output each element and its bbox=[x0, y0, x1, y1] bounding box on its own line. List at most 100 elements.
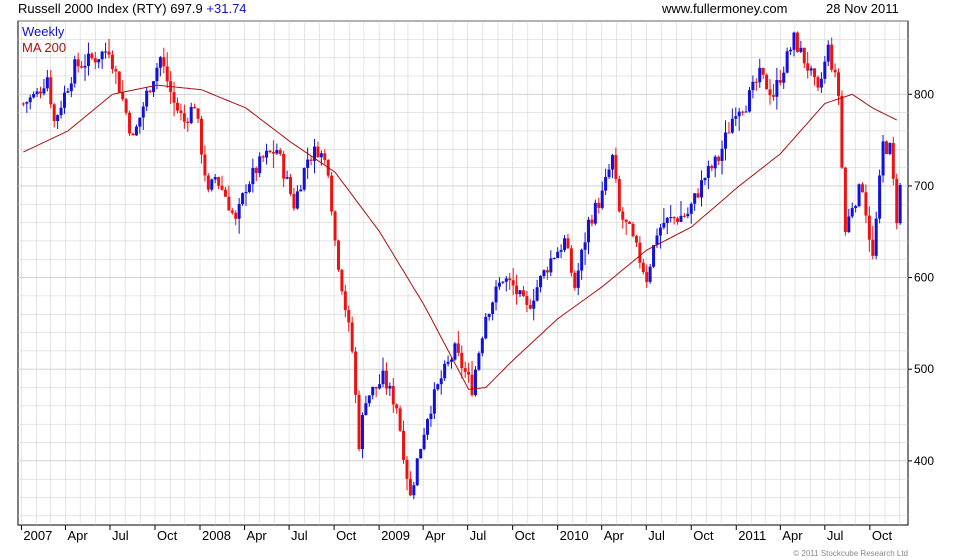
weekly-bar-body bbox=[220, 185, 224, 190]
weekly-bar-body bbox=[378, 384, 382, 389]
weekly-bar-body bbox=[193, 106, 197, 109]
weekly-bar-body bbox=[158, 57, 162, 68]
weekly-bar-body bbox=[49, 77, 53, 105]
weekly-bar-body bbox=[878, 175, 882, 219]
weekly-bar-body bbox=[638, 242, 642, 263]
weekly-bar-body bbox=[484, 316, 488, 339]
weekly-bar-body bbox=[830, 44, 834, 70]
weekly-bar-body bbox=[785, 51, 789, 73]
weekly-bar-body bbox=[542, 270, 546, 277]
weekly-bar-body bbox=[97, 59, 101, 63]
weekly-bar-body bbox=[28, 97, 32, 103]
weekly-bar-body bbox=[662, 222, 666, 228]
weekly-bar-body bbox=[473, 369, 477, 396]
y-tick-label: 500 bbox=[914, 362, 934, 376]
weekly-bar-body bbox=[182, 113, 186, 122]
weekly-bar-body bbox=[600, 190, 604, 208]
weekly-bar-body bbox=[59, 107, 63, 116]
weekly-bar-body bbox=[884, 141, 888, 154]
weekly-bar-body bbox=[645, 272, 649, 282]
weekly-bar-body bbox=[508, 278, 512, 281]
weekly-bar-body bbox=[162, 57, 166, 67]
weekly-bar-body bbox=[610, 155, 614, 170]
weekly-bar-body bbox=[857, 184, 861, 207]
weekly-bar-body bbox=[648, 266, 652, 282]
weekly-bar-body bbox=[525, 296, 529, 305]
weekly-bar-body bbox=[319, 153, 323, 158]
weekly-bar-body bbox=[285, 177, 289, 179]
weekly-bar-body bbox=[388, 386, 392, 389]
weekly-bar-body bbox=[689, 203, 693, 214]
weekly-bar-body bbox=[491, 302, 495, 314]
weekly-bar-body bbox=[203, 154, 207, 176]
weekly-bar-body bbox=[768, 89, 772, 96]
weekly-bar-body bbox=[871, 239, 875, 256]
weekly-bar-body bbox=[511, 280, 515, 286]
weekly-bar-body bbox=[771, 95, 775, 97]
weekly-bar-body bbox=[186, 121, 190, 124]
weekly-bar-body bbox=[251, 168, 255, 185]
weekly-bar-body bbox=[347, 309, 351, 323]
weekly-bar-body bbox=[460, 352, 464, 369]
weekly-bar-body bbox=[405, 459, 409, 479]
weekly-bar-body bbox=[419, 448, 423, 459]
weekly-bar-body bbox=[138, 117, 142, 127]
weekly-bar-body bbox=[624, 219, 628, 222]
x-tick-label: 2010 bbox=[560, 528, 589, 543]
weekly-bar-body bbox=[559, 250, 563, 252]
weekly-bar-body bbox=[432, 389, 436, 414]
weekly-bar-body bbox=[165, 66, 169, 82]
weekly-bar-body bbox=[686, 213, 690, 217]
weekly-bar-body bbox=[720, 148, 724, 161]
weekly-bar-body bbox=[56, 115, 60, 122]
weekly-bar-body bbox=[429, 413, 433, 420]
weekly-bar-body bbox=[134, 126, 138, 136]
weekly-bar-body bbox=[631, 223, 635, 237]
weekly-bar-body bbox=[234, 212, 238, 219]
weekly-bar-body bbox=[658, 227, 662, 236]
weekly-bar-body bbox=[275, 150, 279, 154]
weekly-bar-body bbox=[354, 351, 358, 395]
weekly-bar-body bbox=[621, 211, 625, 220]
weekly-bar-body bbox=[881, 141, 885, 176]
weekly-bar-body bbox=[35, 91, 39, 95]
weekly-bar-body bbox=[422, 434, 426, 449]
weekly-bar-body bbox=[39, 91, 43, 94]
weekly-bar-body bbox=[617, 178, 621, 212]
weekly-bar-body bbox=[795, 32, 799, 52]
weekly-bar-body bbox=[302, 167, 306, 190]
x-tick-label: Apr bbox=[782, 528, 803, 543]
weekly-bar-body bbox=[110, 54, 114, 70]
weekly-bar-body bbox=[439, 378, 443, 385]
weekly-bar-body bbox=[789, 49, 793, 52]
weekly-bar-body bbox=[436, 384, 440, 390]
weekly-bar-body bbox=[765, 74, 769, 90]
weekly-bar-body bbox=[93, 58, 97, 63]
weekly-bar-body bbox=[381, 370, 385, 385]
weekly-bar-body bbox=[850, 208, 854, 217]
weekly-bar-body bbox=[566, 238, 570, 249]
weekly-bar-body bbox=[741, 111, 745, 113]
weekly-bar-body bbox=[367, 395, 371, 404]
weekly-bar-body bbox=[563, 238, 567, 251]
weekly-bar-body bbox=[415, 458, 419, 486]
weekly-bar-body bbox=[343, 291, 347, 310]
x-tick-label: Jul bbox=[827, 528, 844, 543]
weekly-bar-body bbox=[713, 156, 717, 169]
weekly-bar-body bbox=[597, 202, 601, 208]
weekly-bar-body bbox=[360, 414, 364, 450]
chart-svg: 400 500 600 700 800 2007 Apr Jul Oct 2008 Apr Jul Oc… bbox=[17, 20, 934, 543]
weekly-bar-body bbox=[515, 285, 519, 295]
weekly-bar-body bbox=[864, 192, 868, 216]
weekly-bar-body bbox=[734, 116, 738, 119]
weekly-bar-body bbox=[837, 72, 841, 96]
weekly-bar-body bbox=[148, 90, 152, 93]
weekly-bar-body bbox=[446, 361, 450, 364]
weekly-bar-body bbox=[867, 215, 871, 240]
x-tick-label: Oct bbox=[157, 528, 178, 543]
weekly-bar-body bbox=[693, 193, 697, 204]
weekly-bar-body bbox=[336, 240, 340, 270]
weekly-bar-body bbox=[775, 80, 779, 97]
weekly-bar-body bbox=[761, 67, 765, 75]
weekly-bar-body bbox=[258, 156, 262, 174]
